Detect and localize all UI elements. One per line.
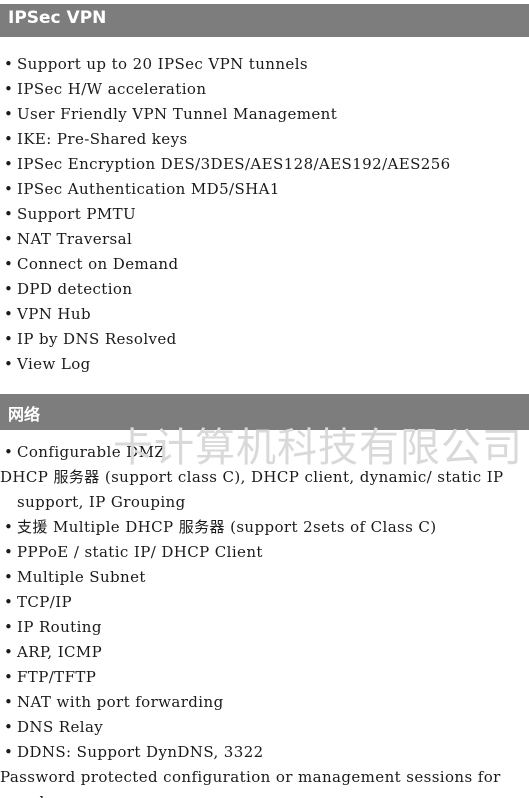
list-item: • IPSec H/W acceleration xyxy=(0,77,529,102)
bullet-icon: • xyxy=(4,668,14,686)
list-item-label: DPD detection xyxy=(17,280,133,298)
bullet-icon: • xyxy=(4,718,14,736)
bullet-icon: • xyxy=(4,155,14,173)
bullet-icon: • xyxy=(4,105,14,123)
list-item: • IP by DNS Resolved xyxy=(0,327,529,352)
bullet-icon: • xyxy=(4,643,14,661)
network-feature-list: • Configurable DMZ • DHCP 服务器 (support c… xyxy=(0,440,529,798)
list-item-label: Password protected configuration or mana… xyxy=(0,768,501,798)
list-item-label: TCP/IP xyxy=(17,593,73,611)
list-item-label: Connect on Demand xyxy=(17,255,179,273)
list-item-label: FTP/TFTP xyxy=(17,668,97,686)
list-item: • IPSec Encryption DES/3DES/AES128/AES19… xyxy=(0,152,529,177)
list-item-label: ARP, ICMP xyxy=(17,643,103,661)
list-item: • Support PMTU xyxy=(0,202,529,227)
list-item: • View Log xyxy=(0,352,529,377)
bullet-icon: • xyxy=(4,443,14,461)
list-item-label: IP Routing xyxy=(17,618,102,636)
list-item: • NAT with port forwarding xyxy=(0,690,529,715)
list-item-label: NAT with port forwarding xyxy=(17,693,224,711)
list-item: • IP Routing xyxy=(0,615,529,640)
bullet-icon: • xyxy=(4,543,14,561)
bullet-icon: • xyxy=(4,305,14,323)
list-item: • Connect on Demand xyxy=(0,252,529,277)
bullet-icon: • xyxy=(4,80,14,98)
section-header-network: 网络 xyxy=(0,394,529,430)
list-item: • DPD detection xyxy=(0,277,529,302)
list-item-label: View Log xyxy=(17,355,91,373)
bullet-icon: • xyxy=(4,355,14,373)
section-header-ipsec-vpn: IPSec VPN xyxy=(0,4,529,37)
spec-sheet-page: • Support up to 20 IPSec VPN tunnels • I… xyxy=(0,0,529,798)
list-item-label: PPPoE / static IP/ DHCP Client xyxy=(17,543,263,561)
bullet-icon: • xyxy=(4,618,14,636)
list-item: • FTP/TFTP xyxy=(0,665,529,690)
bullet-icon: • xyxy=(4,230,14,248)
list-item-label: DNS Relay xyxy=(17,718,104,736)
bullet-icon: • xyxy=(4,330,14,348)
list-item: • IPSec Authentication MD5/SHA1 xyxy=(0,177,529,202)
list-item-label: Support up to 20 IPSec VPN tunnels xyxy=(17,55,308,73)
bullet-icon: • xyxy=(4,130,14,148)
bullet-icon: • xyxy=(4,693,14,711)
bullet-icon: • xyxy=(4,593,14,611)
list-item: • Configurable DMZ xyxy=(0,440,529,465)
list-item: • VPN Hub xyxy=(0,302,529,327)
bullet-icon: • xyxy=(4,205,14,223)
list-item-label: User Friendly VPN Tunnel Management xyxy=(17,105,338,123)
list-item-label: DHCP 服务器 (support class C), DHCP client,… xyxy=(0,468,504,511)
list-item: • ARP, ICMP xyxy=(0,640,529,665)
bullet-icon: • xyxy=(4,180,14,198)
list-item-label: DDNS: Support DynDNS, 3322 xyxy=(17,743,264,761)
list-item-label: VPN Hub xyxy=(17,305,91,323)
list-item-label: 支援 Multiple DHCP 服务器 (support 2sets of C… xyxy=(17,518,437,536)
bullet-icon: • xyxy=(4,743,14,761)
list-item: • Multiple Subnet xyxy=(0,565,529,590)
list-item: • DNS Relay xyxy=(0,715,529,740)
list-item: • DDNS: Support DynDNS, 3322 xyxy=(0,740,529,765)
list-item-label: IPSec Encryption DES/3DES/AES128/AES192/… xyxy=(17,155,451,173)
list-item-label: IP by DNS Resolved xyxy=(17,330,177,348)
list-item-label: IPSec Authentication MD5/SHA1 xyxy=(17,180,280,198)
list-item: • 支援 Multiple DHCP 服务器 (support 2sets of… xyxy=(0,515,529,540)
ipsec-vpn-feature-list: • Support up to 20 IPSec VPN tunnels • I… xyxy=(0,52,529,377)
list-item: • Password protected configuration or ma… xyxy=(0,765,529,798)
bullet-icon: • xyxy=(4,255,14,273)
list-item-label: Multiple Subnet xyxy=(17,568,146,586)
section-title: 网络 xyxy=(8,405,41,424)
list-item-label: NAT Traversal xyxy=(17,230,133,248)
list-item-label: Support PMTU xyxy=(17,205,137,223)
list-item: • PPPoE / static IP/ DHCP Client xyxy=(0,540,529,565)
bullet-icon: • xyxy=(4,280,14,298)
bullet-icon: • xyxy=(4,568,14,586)
bullet-icon: • xyxy=(4,55,14,73)
list-item: • User Friendly VPN Tunnel Management xyxy=(0,102,529,127)
list-item: • DHCP 服务器 (support class C), DHCP clien… xyxy=(0,465,529,515)
list-item-label: IPSec H/W acceleration xyxy=(17,80,207,98)
list-item-label: IKE: Pre-Shared keys xyxy=(17,130,188,148)
section-title: IPSec VPN xyxy=(8,8,107,28)
list-item: • Support up to 20 IPSec VPN tunnels xyxy=(0,52,529,77)
list-item: • NAT Traversal xyxy=(0,227,529,252)
list-item: • IKE: Pre-Shared keys xyxy=(0,127,529,152)
list-item-label: Configurable DMZ xyxy=(17,443,166,461)
bullet-icon: • xyxy=(4,518,14,536)
list-item: • TCP/IP xyxy=(0,590,529,615)
